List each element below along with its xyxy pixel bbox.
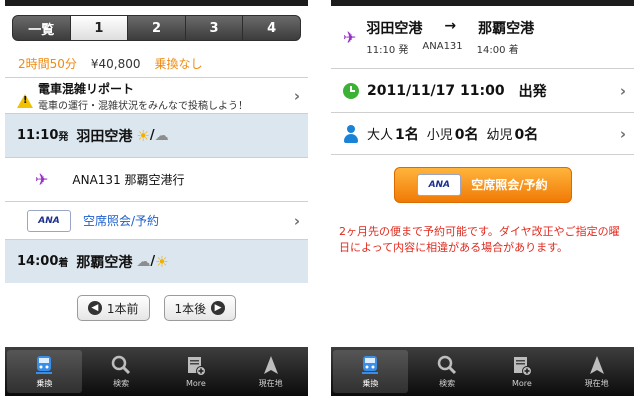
tab-transfer[interactable]: 乗換 xyxy=(7,350,82,393)
next-train-label: 1本後 xyxy=(174,301,207,316)
departure-station-row: 11:10 発 羽田空港 ☀ / ☁ xyxy=(5,113,308,157)
sun-icon: ☀ xyxy=(155,252,169,271)
tab-location[interactable]: 現在地 xyxy=(233,347,308,396)
warning-icon: ! xyxy=(17,93,33,108)
tab-label: 検索 xyxy=(439,379,456,388)
departure-label: 出発 xyxy=(518,83,547,100)
segment-route-3[interactable]: 3 xyxy=(184,16,243,40)
tab-label: More xyxy=(185,379,206,388)
route-detail-screen: 一覧 1 2 3 4 2時間50分 ¥40,800 乗換なし ! 電車混雑リポー… xyxy=(5,0,308,396)
train-navigation: ◀ 1本前 1本後 ▶ xyxy=(5,283,308,333)
child-label: 小児 xyxy=(426,128,453,143)
booking-link[interactable]: 空席照会/予約 xyxy=(83,212,159,229)
flight-row: ✈ ANA131 那覇空港行 xyxy=(5,157,308,201)
tab-more[interactable]: More xyxy=(159,347,234,396)
train-icon xyxy=(36,356,53,374)
search-icon xyxy=(111,355,131,375)
arrival-time: 14:00 xyxy=(17,254,59,269)
person-icon xyxy=(343,124,359,143)
segment-route-1[interactable]: 1 xyxy=(69,16,128,40)
segment-route-4[interactable]: 4 xyxy=(242,16,300,40)
reserve-button[interactable]: ANA 空席照会/予約 xyxy=(393,166,572,203)
tab-label: 乗換 xyxy=(362,379,379,388)
departure-time: 11:10 xyxy=(17,128,59,143)
arrival-station: 那覇空港 xyxy=(76,254,133,271)
route-departure-time: 11:10 発 xyxy=(366,45,409,56)
more-icon xyxy=(187,357,206,376)
infant-label: 幼児 xyxy=(486,128,513,143)
tab-search[interactable]: 検索 xyxy=(410,347,485,396)
tab-label: More xyxy=(511,379,532,388)
tab-bar: 乗換 検索 More 現在地 xyxy=(331,347,634,396)
child-count: 0名 xyxy=(454,126,479,143)
route-flight-number: ANA131 xyxy=(422,41,463,52)
airplane-icon: ✈ xyxy=(343,27,357,47)
route-to: 那覇空港 xyxy=(478,21,535,37)
previous-train-button[interactable]: ◀ 1本前 xyxy=(76,295,150,321)
ana-logo: ANA xyxy=(27,209,71,232)
tab-label: 検索 xyxy=(113,379,130,388)
adult-count: 1名 xyxy=(395,126,419,143)
reservation-notice: 2ヶ月先の便まで予約可能です。ダイヤ改正やご指定の曜日によって内容に相違がある場… xyxy=(339,225,620,254)
departure-datetime-row[interactable]: 2011/11/17 11:00 出発 › xyxy=(331,68,634,112)
reservation-screen: ✈ 羽田空港 → 那覇空港 11:10 発 ANA131 14:00 着 201… xyxy=(331,0,634,396)
tab-bar: 乗換 検索 More 現在地 xyxy=(5,347,308,396)
clock-icon xyxy=(343,82,359,99)
passengers-row[interactable]: 大人 1名 小児 0名 幼児 0名 › xyxy=(331,112,634,154)
route-segment-bar: 一覧 1 2 3 4 xyxy=(5,6,308,50)
next-train-button[interactable]: 1本後 ▶ xyxy=(163,295,237,321)
flight-label: ANA131 那覇空港行 xyxy=(72,173,185,187)
booking-row[interactable]: ANA 空席照会/予約 › xyxy=(5,201,308,239)
cloud-icon: ☁ xyxy=(154,127,169,144)
chevron-right-icon: › xyxy=(619,81,626,100)
tab-label: 乗換 xyxy=(36,379,53,388)
route-arrival-time: 14:00 着 xyxy=(476,45,519,56)
arrow-right-icon: ▶ xyxy=(211,301,226,315)
reserve-button-label: 空席照会/予約 xyxy=(471,178,548,192)
reserve-button-area: ANA 空席照会/予約 xyxy=(331,154,634,214)
previous-train-label: 1本前 xyxy=(106,301,139,316)
congestion-report-row[interactable]: ! 電車混雑リポート 電車の運行・混雑状況をみんなで投稿しよう！ › xyxy=(5,77,308,113)
train-icon xyxy=(362,356,379,374)
transfer-text: 乗換なし xyxy=(154,57,203,71)
tab-location[interactable]: 現在地 xyxy=(559,347,634,396)
fare-text: ¥40,800 xyxy=(90,56,141,71)
departure-station: 羽田空港 xyxy=(76,128,133,145)
ana-logo: ANA xyxy=(417,173,462,196)
arrival-suffix: 着 xyxy=(58,258,69,269)
more-icon xyxy=(513,357,532,376)
departure-suffix: 発 xyxy=(58,132,69,143)
chevron-right-icon: › xyxy=(293,86,300,105)
tab-transfer[interactable]: 乗換 xyxy=(333,350,408,393)
tab-label: 現在地 xyxy=(258,379,283,388)
route-arrow: → xyxy=(444,18,457,34)
departure-datetime: 2011/11/17 11:00 xyxy=(367,82,505,99)
route-summary: 2時間50分 ¥40,800 乗換なし xyxy=(5,50,308,77)
tab-more[interactable]: More xyxy=(485,347,560,396)
duration-text: 2時間50分 xyxy=(18,57,77,71)
infant-count: 0名 xyxy=(514,126,539,143)
arrival-station-row: 14:00 着 那覇空港 ☁ / ☀ xyxy=(5,239,308,283)
location-icon xyxy=(589,356,604,374)
cloud-icon: ☁ xyxy=(136,253,151,270)
route-from: 羽田空港 xyxy=(366,21,423,37)
airplane-icon: ✈ xyxy=(35,170,49,189)
tab-label: 現在地 xyxy=(584,379,609,388)
adult-label: 大人 xyxy=(367,128,394,143)
tab-search[interactable]: 検索 xyxy=(84,347,159,396)
location-icon xyxy=(263,356,278,374)
arrow-left-icon: ◀ xyxy=(87,301,102,315)
chevron-right-icon: › xyxy=(293,211,300,230)
sun-icon: ☀ xyxy=(136,126,150,145)
report-subtitle: 電車の運行・混雑状況をみんなで投稿しよう！ xyxy=(38,100,248,112)
flight-route-header: ✈ 羽田空港 → 那覇空港 11:10 発 ANA131 14:00 着 xyxy=(331,6,634,68)
chevron-right-icon: › xyxy=(619,124,626,143)
segment-list[interactable]: 一覧 xyxy=(13,16,70,40)
segment-route-2[interactable]: 2 xyxy=(127,16,185,40)
search-icon xyxy=(437,355,457,375)
route-segmented-control: 一覧 1 2 3 4 xyxy=(12,15,301,41)
report-title: 電車混雑リポート xyxy=(38,81,135,96)
